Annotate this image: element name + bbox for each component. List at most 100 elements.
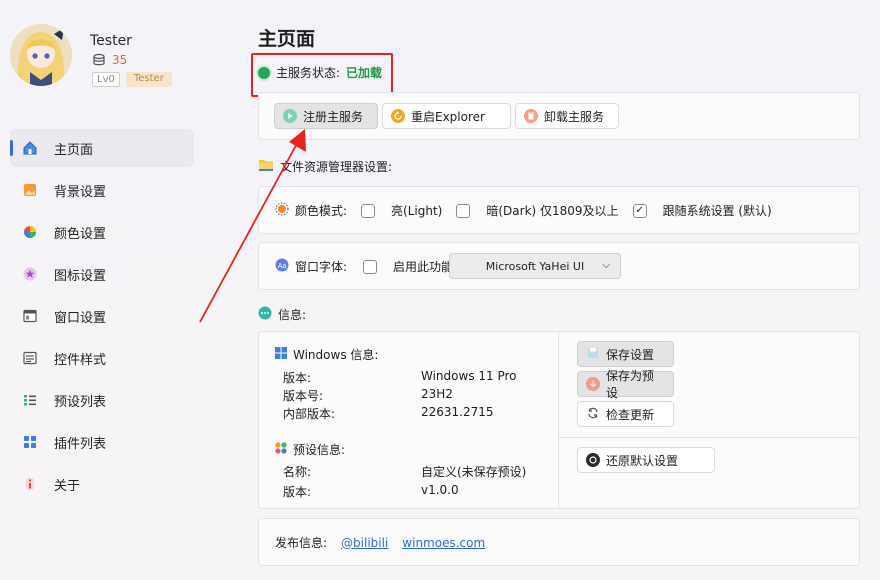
explorer-settings-heading: 文件资源管理器设置: — [258, 158, 392, 175]
color-mode-label: 颜色模式: — [295, 204, 348, 218]
sidebar-nav: 主页面 背景设置 颜色设置 图标设置 窗口设置 控件样式 预设列表 插件列表 关… — [10, 129, 194, 507]
sync-icon — [586, 406, 600, 423]
sidebar-item-home[interactable]: 主页面 — [10, 129, 194, 167]
restore-defaults-label: 还原默认设置 — [606, 453, 679, 468]
preset-name-key: 名称: — [283, 465, 312, 479]
restart-explorer-label: 重启Explorer — [411, 109, 485, 124]
image-icon — [22, 182, 38, 198]
register-service-button[interactable]: 注册主服务 — [274, 103, 378, 129]
windows-info-label: Windows 信息: — [293, 348, 379, 362]
preset-info-heading: 预设信息: — [275, 441, 345, 458]
star-icon — [22, 266, 38, 282]
enable-font-checkbox[interactable] — [363, 259, 378, 274]
windows-version-key: 版本: — [283, 371, 312, 385]
save-preset-button[interactable]: 保存为预设 — [577, 369, 674, 400]
home-icon — [22, 140, 38, 156]
explorer-settings-label: 文件资源管理器设置: — [280, 160, 393, 174]
restore-defaults-button[interactable]: 还原默认设置 — [577, 447, 715, 473]
sidebar-item-presets[interactable]: 预设列表 — [10, 381, 194, 419]
info-label: 信息: — [278, 308, 307, 322]
follow-system-label: 跟随系统设置 (默认) — [662, 204, 772, 218]
role-badge: Tester — [125, 72, 172, 87]
info-divider — [558, 331, 559, 509]
sidebar-item-label: 预设列表 — [54, 394, 107, 410]
info-heading: 信息: — [258, 306, 306, 323]
palette-icon — [22, 224, 38, 240]
font-icon: Aa — [275, 258, 289, 275]
bilibili-link[interactable]: @bilibili — [341, 536, 388, 550]
sidebar-item-label: 关于 — [54, 478, 81, 494]
windows-version-value: Windows 11 Pro — [421, 369, 517, 383]
sidebar-item-label: 窗口设置 — [54, 310, 107, 326]
preset-version-value: v1.0.0 — [421, 483, 459, 497]
info-icon — [22, 476, 38, 492]
website-link[interactable]: winmoes.com — [402, 536, 485, 550]
windows-build-value: 23H2 — [421, 387, 453, 401]
play-icon — [283, 109, 297, 123]
coin-value: 35 — [112, 53, 128, 67]
check-update-button[interactable]: 检查更新 — [577, 401, 674, 427]
sidebar-item-label: 图标设置 — [54, 268, 107, 284]
sidebar-item-color[interactable]: 颜色设置 — [10, 213, 194, 251]
trash-icon — [524, 109, 538, 123]
check-update-label: 检查更新 — [606, 407, 655, 422]
font-select-value: Microsoft YaHei UI — [485, 259, 585, 273]
user-badges: Lv0 Tester — [92, 72, 172, 87]
preset-name-value: 自定义(未保存预设) — [421, 465, 527, 479]
save-settings-label: 保存设置 — [606, 347, 655, 362]
save-preset-label: 保存为预设 — [606, 369, 655, 400]
svg-text:Aa: Aa — [278, 263, 287, 270]
folder-icon — [258, 158, 274, 175]
username: Tester — [90, 33, 132, 49]
light-mode-checkbox[interactable] — [361, 203, 376, 218]
actions-divider — [559, 437, 860, 438]
sidebar-item-about[interactable]: 关于 — [10, 465, 194, 503]
sidebar-item-label: 控件样式 — [54, 352, 107, 368]
release-label: 发布信息: — [275, 536, 328, 550]
plugin-icon — [22, 434, 38, 450]
preset-version-key: 版本: — [283, 485, 312, 499]
database-icon — [92, 53, 106, 67]
more-icon — [258, 306, 272, 323]
windows-icon — [275, 347, 287, 362]
font-label: 窗口字体: — [295, 260, 348, 274]
sidebar-item-label: 背景设置 — [54, 184, 107, 200]
sidebar-item-background[interactable]: 背景设置 — [10, 171, 194, 209]
sun-icon — [275, 202, 289, 219]
windows-info-heading: Windows 信息: — [275, 346, 378, 363]
sidebar-item-window[interactable]: 窗口设置 — [10, 297, 194, 335]
release-row: 发布信息: @bilibili winmoes.com — [275, 534, 485, 551]
avatar[interactable] — [10, 24, 72, 86]
page-title: 主页面 — [258, 28, 316, 50]
uninstall-service-button[interactable]: 卸载主服务 — [515, 103, 619, 129]
windows-build-key: 版本号: — [283, 389, 324, 403]
refresh-icon — [391, 109, 405, 123]
font-row: Aa 窗口字体: 启用此功能 — [275, 258, 453, 275]
windows-internal-key: 内部版本: — [283, 407, 336, 421]
preset-icon — [275, 442, 287, 457]
coin-count: 35 — [92, 53, 127, 67]
sidebar-item-controls[interactable]: 控件样式 — [10, 339, 194, 377]
download-icon — [586, 377, 600, 391]
register-service-label: 注册主服务 — [303, 109, 364, 124]
sidebar-item-label: 颜色设置 — [54, 226, 107, 242]
sidebar-item-icon[interactable]: 图标设置 — [10, 255, 194, 293]
sidebar-item-label: 主页面 — [54, 142, 94, 158]
sidebar-item-label: 插件列表 — [54, 436, 107, 452]
window-icon — [22, 308, 38, 324]
save-settings-button[interactable]: 保存设置 — [577, 341, 674, 367]
controls-icon — [22, 350, 38, 366]
list-icon — [22, 392, 38, 408]
dark-mode-checkbox[interactable] — [456, 203, 471, 218]
enable-font-label: 启用此功能 — [393, 260, 454, 274]
preset-info-label: 预设信息: — [293, 443, 346, 457]
restart-explorer-button[interactable]: 重启Explorer — [382, 103, 511, 129]
dark-mode-label: 暗(Dark) 仅1809及以上 — [486, 204, 619, 218]
follow-system-checkbox[interactable]: ✓ — [632, 203, 647, 218]
uninstall-service-label: 卸载主服务 — [544, 109, 605, 124]
sidebar-item-plugins[interactable]: 插件列表 — [10, 423, 194, 461]
windows-internal-value: 22631.2715 — [421, 405, 494, 419]
chevron-down-icon: ⌵ — [602, 260, 610, 271]
status-highlight-box — [251, 53, 393, 97]
font-select[interactable]: Microsoft YaHei UI ⌵ — [449, 253, 621, 279]
